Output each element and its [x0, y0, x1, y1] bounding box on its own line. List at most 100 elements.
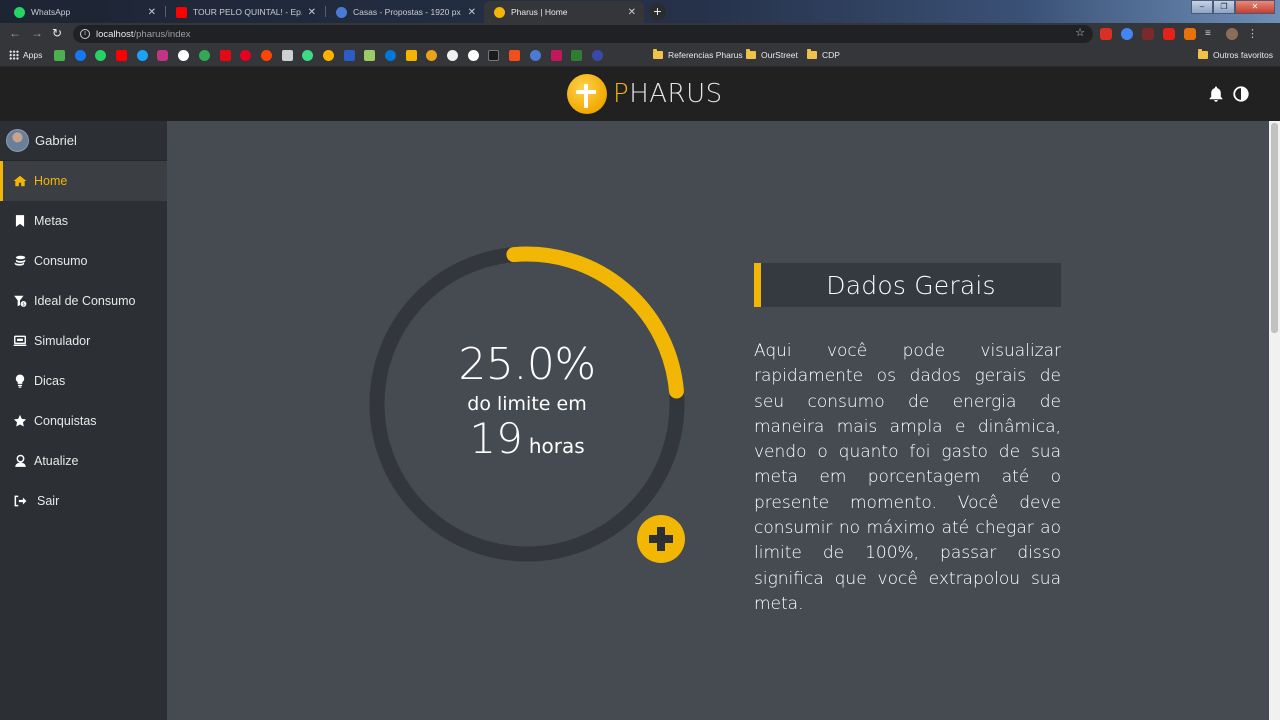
cj-icon[interactable] [571, 50, 583, 61]
folder-label: CDP [822, 50, 840, 60]
whatsapp-icon[interactable] [95, 50, 107, 61]
sidebar-item-label: Atualize [34, 454, 79, 468]
chrome-icon[interactable] [426, 50, 438, 61]
office-extension-icon[interactable] [1184, 28, 1196, 40]
video-extension-icon[interactable] [1163, 28, 1175, 40]
adblock-extension-icon[interactable] [1100, 28, 1112, 40]
browser-tab-whatsapp[interactable]: WhatsApp ✕ [4, 1, 164, 23]
play-icon[interactable] [467, 50, 479, 61]
app-icon[interactable] [488, 50, 500, 61]
window-close-icon[interactable]: ✕ [1235, 0, 1275, 14]
browser-tab-youtube[interactable]: TOUR PELO QUINTAL! - Ep.1447 ✕ [166, 1, 324, 23]
user-refresh-icon [13, 454, 27, 468]
github-icon[interactable] [447, 50, 459, 61]
bookmark-icon[interactable] [54, 50, 65, 61]
p-icon[interactable] [591, 50, 603, 61]
figma-icon[interactable] [509, 50, 521, 61]
link-icon[interactable] [322, 50, 334, 61]
url-text[interactable]: localhost/pharus/index [96, 29, 191, 40]
page-scrollbar[interactable] [1269, 121, 1280, 720]
tab-title: WhatsApp [31, 7, 71, 17]
kebab-menu-icon[interactable]: ⋮ [1247, 28, 1259, 40]
instagram-icon[interactable] [157, 50, 169, 61]
sidebar-item-metas[interactable]: Metas [0, 201, 167, 241]
youtube-favicon-icon [176, 6, 187, 18]
bookmark-apps[interactable]: Apps [9, 50, 42, 60]
android-icon[interactable] [302, 50, 314, 61]
apps-grid-icon [9, 50, 19, 60]
info-icon[interactable]: i [80, 29, 90, 39]
a-icon[interactable] [550, 50, 562, 61]
forward-arrow-icon[interactable]: → [31, 26, 43, 40]
gauge-subtitle: do limite em [467, 392, 587, 415]
close-icon[interactable]: ✕ [468, 7, 476, 18]
sidebar-item-ideal-de-consumo[interactable]: $ Ideal de Consumo [0, 281, 167, 321]
c-icon[interactable] [529, 50, 541, 61]
minimize-icon[interactable]: – [1191, 0, 1213, 14]
profile-avatar-icon[interactable] [1226, 28, 1238, 40]
close-icon[interactable]: ✕ [308, 7, 316, 18]
bookmark-icon-list [54, 50, 603, 61]
browser-tab-pharus[interactable]: Pharus | Home ✕ [484, 1, 644, 23]
sidebar-item-label: Ideal de Consumo [34, 294, 136, 308]
media-queue-icon[interactable]: ≡ [1205, 28, 1217, 40]
sidebar-item-label: Home [34, 174, 68, 188]
close-icon[interactable]: ✕ [628, 7, 636, 18]
close-icon[interactable]: ✕ [148, 7, 156, 18]
google-icon[interactable] [178, 50, 190, 61]
panel-description: Aqui você pode visualizar rapidamente os… [754, 341, 1061, 614]
reload-icon[interactable]: ↻ [52, 26, 62, 40]
sidebar-item-simulador[interactable]: Simulador [0, 321, 167, 361]
twitter-icon[interactable] [136, 50, 148, 61]
user-profile[interactable]: Gabriel [0, 121, 167, 161]
scrollbar-thumb[interactable] [1271, 123, 1278, 333]
bookmark-folder-ourstreet[interactable]: OurStreet [746, 49, 798, 60]
game-icon[interactable] [364, 50, 376, 61]
add-consumption-button[interactable] [637, 515, 685, 563]
bookmark-star-icon[interactable]: ☆ [1075, 26, 1085, 39]
pr-icon[interactable] [343, 50, 355, 61]
edge-icon[interactable] [385, 50, 396, 61]
bookmark-folder-other[interactable]: Outros favoritos [1198, 49, 1273, 60]
drive-icon[interactable] [198, 50, 210, 61]
flag-icon[interactable] [405, 50, 417, 61]
translate-extension-icon[interactable] [1121, 28, 1133, 40]
consumption-gauge: 25.0% do limite em 19 horas [367, 244, 687, 564]
sidebar-item-sair[interactable]: Sair [0, 481, 167, 521]
address-bar[interactable]: i localhost/pharus/index ☆ [73, 25, 1093, 43]
restore-icon[interactable]: ❐ [1213, 0, 1235, 14]
sidebar-item-dicas[interactable]: Dicas [0, 361, 167, 401]
bookmark-folder-referencias[interactable]: Referencias Pharus [653, 49, 743, 60]
back-arrow-icon[interactable]: ← [9, 26, 21, 40]
funnel-dollar-icon: $ [13, 294, 27, 308]
sidebar-item-atualize[interactable]: Atualize [0, 441, 167, 481]
facebook-icon[interactable] [74, 50, 86, 61]
sidebar: Gabriel Home Metas Consumo $ Ideal de Co… [0, 121, 167, 720]
sidebar-item-consumo[interactable]: Consumo [0, 241, 167, 281]
app-header: PHARUS [0, 67, 1280, 121]
contrast-toggle-icon[interactable] [1232, 85, 1250, 103]
netflix-icon[interactable] [219, 50, 231, 61]
new-tab-button[interactable]: + [649, 3, 666, 20]
reddit-icon[interactable] [260, 50, 272, 61]
lightbulb-icon [13, 374, 27, 388]
tab-title: Casas - Propostas - 1920 px × 1 [353, 7, 462, 17]
r-icon[interactable] [281, 50, 293, 61]
sidebar-item-conquistas[interactable]: Conquistas [0, 401, 167, 441]
pharus-logo[interactable]: PHARUS [567, 74, 723, 114]
window-controls: – ❐ ✕ [1191, 0, 1275, 14]
gauge-percent: 25.0% [458, 338, 596, 390]
sidebar-item-home[interactable]: Home [0, 161, 167, 201]
extension-icons: ≡ ⋮ [1100, 28, 1259, 40]
pdf-extension-icon[interactable] [1142, 28, 1154, 40]
pinterest-icon[interactable] [240, 50, 252, 61]
bookmark-folder-cdp[interactable]: CDP [807, 49, 840, 60]
youtube-icon[interactable] [116, 50, 128, 61]
pharus-favicon-icon [494, 6, 505, 18]
sidebar-item-label: Sair [37, 494, 60, 508]
browser-tab-casas[interactable]: Casas - Propostas - 1920 px × 1 ✕ [326, 1, 484, 23]
gauge-readout: 25.0% do limite em 19 horas [367, 244, 687, 564]
gauge-hours: 19 horas [469, 415, 584, 469]
bookmark-icon [13, 214, 27, 228]
bell-icon[interactable] [1207, 85, 1225, 103]
